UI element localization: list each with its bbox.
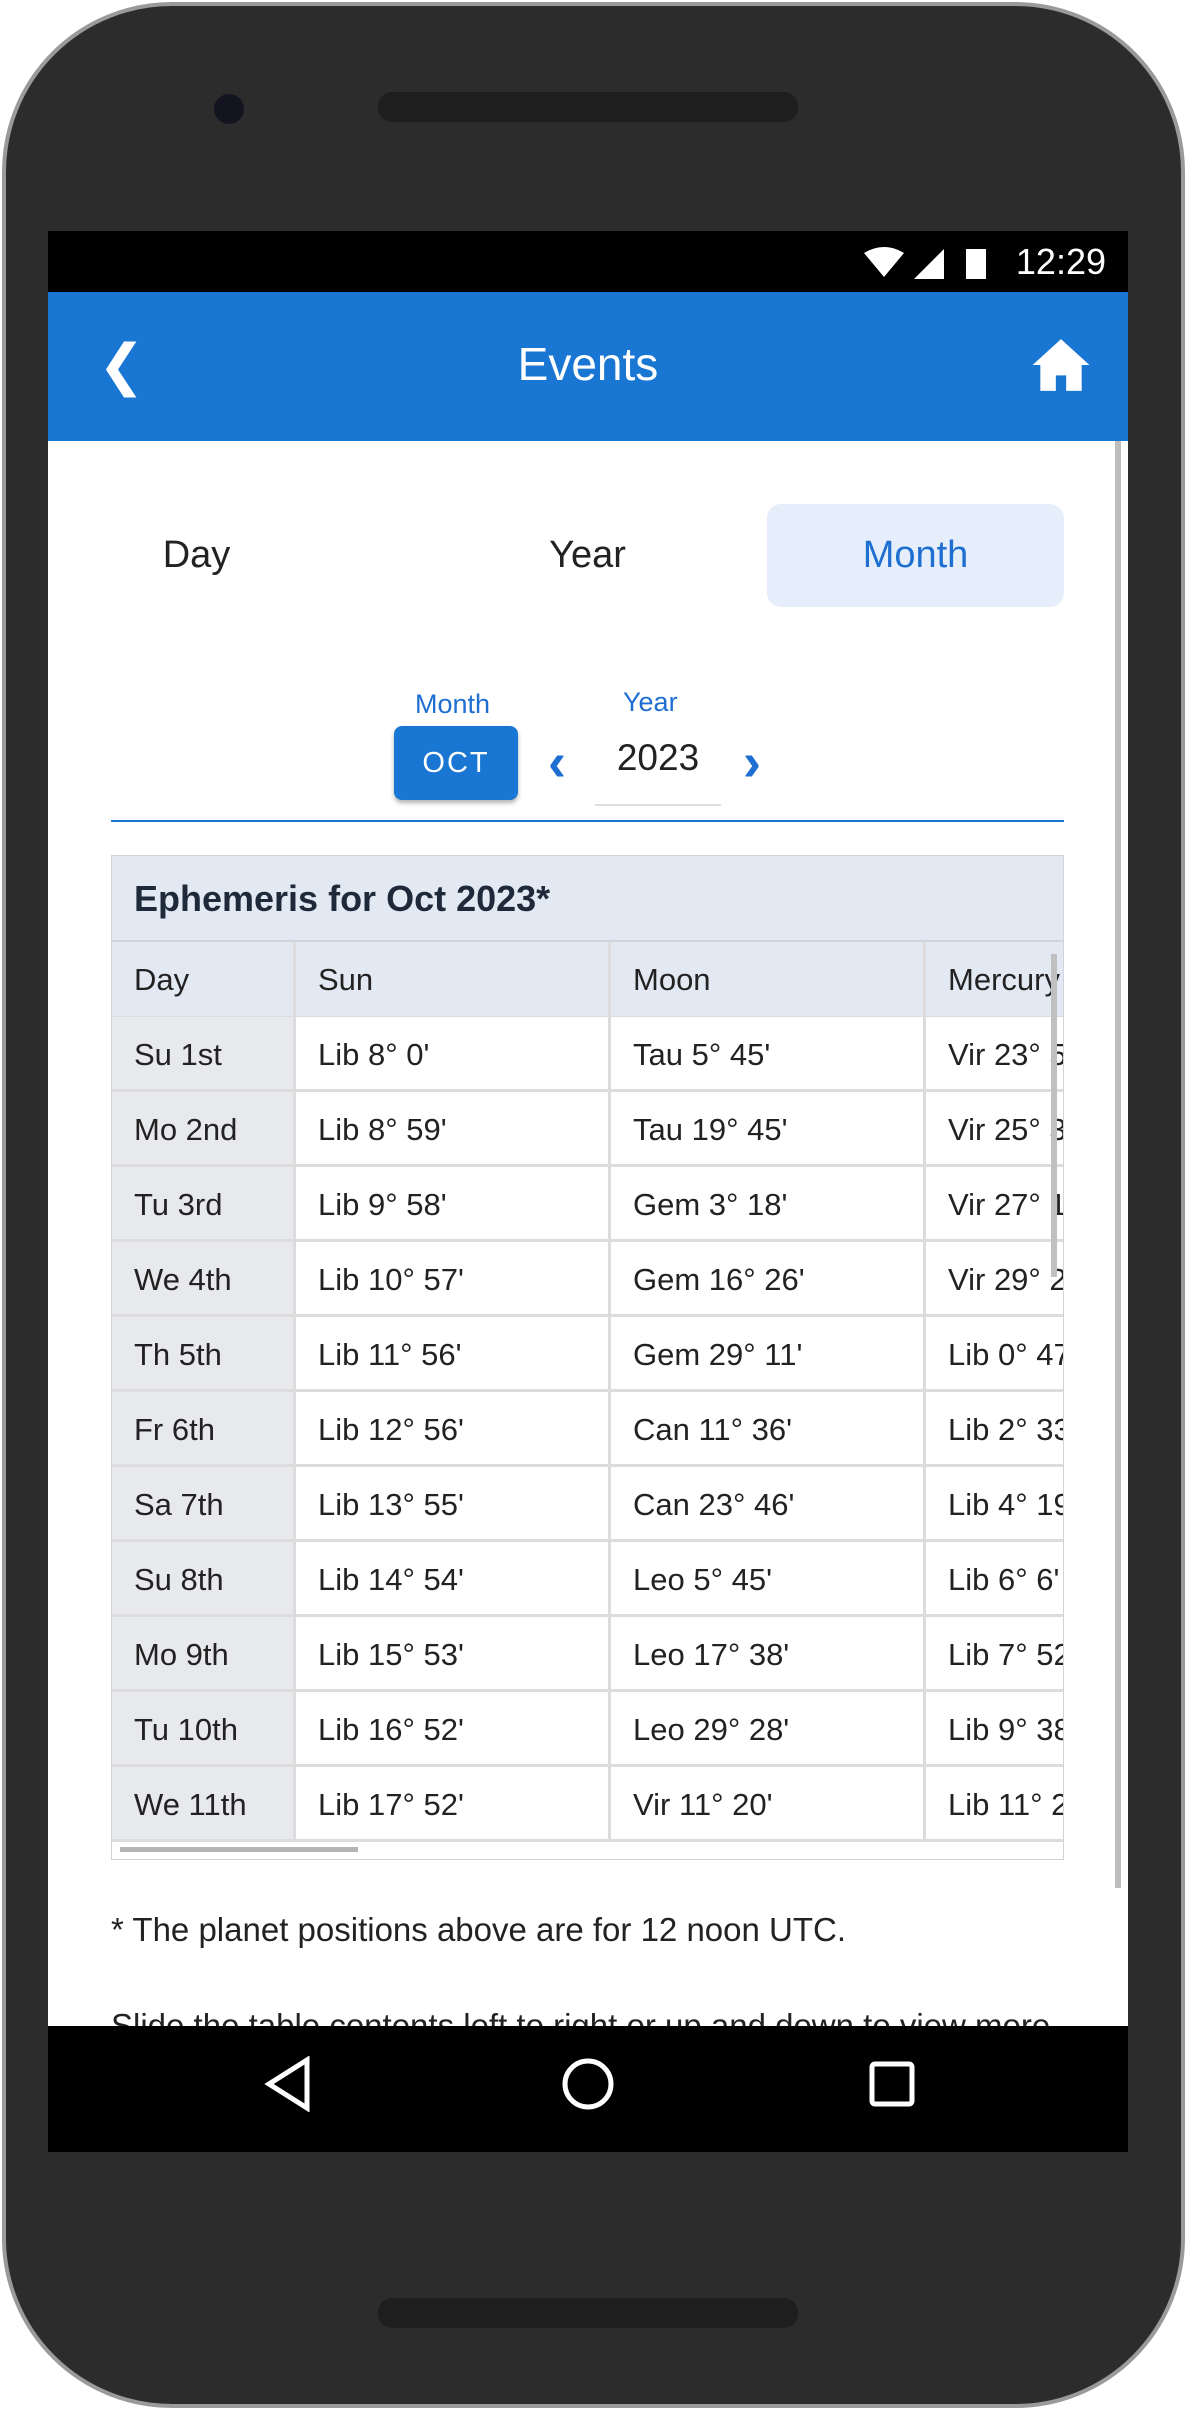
year-input[interactable]: 2023 [595,737,721,806]
moon-cell: Tau 19° 45' [611,1092,926,1164]
home-nav-icon[interactable] [560,2056,616,2112]
day-cell: Su 8th [112,1542,296,1614]
moon-cell: Gem 3° 18' [611,1167,926,1239]
back-nav-icon[interactable] [263,2056,313,2112]
mercury-cell: Lib 4° 19 [948,1487,1064,1522]
battery-icon [966,249,986,279]
sun-cell: Lib 13° 55' [296,1467,611,1539]
day-cell: Sa 7th [112,1467,296,1539]
header-sun: Sun [296,942,611,1016]
recents-nav-icon[interactable] [868,2060,916,2108]
sun-cell: Lib 8° 59' [296,1092,611,1164]
app-bar: ❮ Events [48,292,1128,441]
table-row: Su 8th Lib 14° 54' Leo 5° 45' Lib 6° 6' [112,1542,1063,1617]
bottom-speaker [378,2298,798,2328]
clock: 12:29 [1015,241,1106,282]
day-cell: Mo 2nd [112,1092,296,1164]
mercury-cell: Lib 11° 2 [948,1787,1064,1822]
page-title: Events [517,338,659,390]
status-bar: 12:29 [48,231,1128,292]
table-row: Mo 9th Lib 15° 53' Leo 17° 38' Lib 7° 52 [112,1617,1063,1692]
tab-day[interactable]: Day [48,504,345,607]
page-scrollbar[interactable] [1115,441,1121,1888]
status-icons [864,247,986,279]
mercury-cell: Vir 23° 5 [948,1037,1064,1072]
table-row: We 4th Lib 10° 57' Gem 16° 26' Vir 29° 2' [112,1242,1063,1317]
nav-bar [48,2026,1128,2152]
table-title: Ephemeris for Oct 2023* [112,856,1063,942]
mercury-cell: Lib 0° 47 [948,1337,1064,1372]
mercury-cell: Lib 6° 6' [948,1562,1060,1597]
wifi-icon [864,247,904,277]
mercury-cell: Lib 7° 52 [948,1637,1064,1672]
sun-cell: Lib 17° 52' [296,1767,611,1839]
table-header: Day Sun Moon Mercury [112,942,1063,1017]
divider [111,820,1064,822]
mercury-cell: Vir 27° 1 [948,1187,1064,1222]
header-moon: Moon [611,942,926,1016]
table-row: Mo 2nd Lib 8° 59' Tau 19° 45' Vir 25° 3 [112,1092,1063,1167]
day-cell: Th 5th [112,1317,296,1389]
day-cell: Mo 9th [112,1617,296,1689]
screen: 12:29 ❮ Events Day Year Month Month OCT … [48,231,1128,2152]
moon-cell: Leo 5° 45' [611,1542,926,1614]
mercury-cell: Vir 25° 3 [948,1112,1064,1147]
table-row: Su 1st Lib 8° 0' Tau 5° 45' Vir 23° 5 [112,1017,1063,1092]
moon-cell: Vir 11° 20' [611,1767,926,1839]
table-row: Sa 7th Lib 13° 55' Can 23° 46' Lib 4° 19 [112,1467,1063,1542]
footnote: * The planet positions above are for 12 … [111,1911,847,1948]
table-row: Th 5th Lib 11° 56' Gem 29° 11' Lib 0° 47 [112,1317,1063,1392]
moon-cell: Tau 5° 45' [611,1017,926,1089]
moon-cell: Leo 29° 28' [611,1692,926,1764]
mercury-cell: Vir 29° 2' [948,1262,1064,1297]
top-speaker [378,92,798,122]
day-cell: We 4th [112,1242,296,1314]
mercury-cell: Lib 2° 33 [948,1412,1064,1447]
sun-cell: Lib 9° 58' [296,1167,611,1239]
day-cell: Tu 10th [112,1692,296,1764]
tab-year[interactable]: Year [439,504,736,607]
sun-cell: Lib 8° 0' [296,1017,611,1089]
home-icon[interactable] [1030,336,1092,394]
sun-cell: Lib 11° 56' [296,1317,611,1389]
ephemeris-table[interactable]: Ephemeris for Oct 2023* Day Sun Moon Mer… [111,855,1064,1860]
table-vertical-scrollbar[interactable] [1051,954,1057,1277]
day-cell: We 11th [112,1767,296,1839]
header-day: Day [112,942,296,1016]
moon-cell: Can 23° 46' [611,1467,926,1539]
month-button[interactable]: OCT [394,726,518,800]
month-label: Month [415,689,491,719]
header-mercury: Mercury [926,942,1063,1016]
table-row: Tu 10th Lib 16° 52' Leo 29° 28' Lib 9° 38 [112,1692,1063,1767]
signal-icon [914,249,944,279]
day-cell: Tu 3rd [112,1167,296,1239]
sun-cell: Lib 14° 54' [296,1542,611,1614]
moon-cell: Leo 17° 38' [611,1617,926,1689]
sun-cell: Lib 10° 57' [296,1242,611,1314]
moon-cell: Gem 29° 11' [611,1317,926,1389]
table-horizontal-scrollbar[interactable] [120,1847,358,1852]
front-camera [214,94,244,124]
day-cell: Su 1st [112,1017,296,1089]
prev-year-button[interactable]: ‹ [548,731,566,793]
table-row: Tu 3rd Lib 9° 58' Gem 3° 18' Vir 27° 1 [112,1167,1063,1242]
tab-month[interactable]: Month [767,504,1064,607]
year-label: Year [623,687,678,717]
sun-cell: Lib 12° 56' [296,1392,611,1464]
sun-cell: Lib 16° 52' [296,1692,611,1764]
next-year-button[interactable]: › [743,731,761,793]
sun-cell: Lib 15° 53' [296,1617,611,1689]
moon-cell: Can 11° 36' [611,1392,926,1464]
moon-cell: Gem 16° 26' [611,1242,926,1314]
table-row: We 11th Lib 17° 52' Vir 11° 20' Lib 11° 2 [112,1767,1063,1842]
mercury-cell: Lib 9° 38 [948,1712,1064,1747]
day-cell: Fr 6th [112,1392,296,1464]
table-row: Fr 6th Lib 12° 56' Can 11° 36' Lib 2° 33 [112,1392,1063,1467]
